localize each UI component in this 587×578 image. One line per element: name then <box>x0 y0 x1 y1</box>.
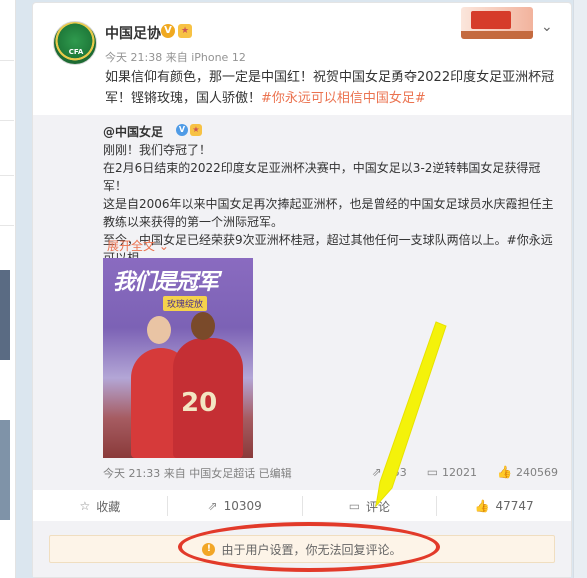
expand-full-text-link[interactable]: 展开全文 ⌄ <box>107 237 169 254</box>
player-face <box>191 312 215 340</box>
column-thumbnail[interactable] <box>0 270 10 360</box>
post-author[interactable]: 中国足协 <box>105 23 161 43</box>
avatar-logo-text: CFA <box>68 48 84 56</box>
reposted-weibo: @中国女足 V ★ 刚刚！我们夺冠了！ 在2月6日结束的2022印度女足亚洲杯决… <box>33 115 571 490</box>
weibo-post-card: CFA 中国足协 V ★ 今天 21:38 来自 iPhone 12 ⌄ 如果信… <box>32 2 572 578</box>
player-face <box>147 316 171 344</box>
scrollbar[interactable] <box>573 0 587 578</box>
verified-badge-icon: V <box>176 124 188 136</box>
image-tag: 玫瑰绽放 <box>163 296 208 311</box>
great-wall-decoration <box>461 7 533 39</box>
verified-badge-icon: V <box>161 24 175 38</box>
action-bar: ☆ 收藏 ⇗ 10309 ▭ 评论 👍 47747 <box>33 491 571 521</box>
repost-line: 这是自2006年以来中国女足再次捧起亚洲杯，也是曾经的中国女足球员水庆霞担任主教… <box>103 197 554 229</box>
post-body: 如果信仰有颜色，那一定是中国红！祝贺中国女足勇夺2022印度女足亚洲杯冠军！铿锵… <box>105 67 555 109</box>
favorite-button[interactable]: ☆ 收藏 <box>33 496 168 516</box>
hashtag-link[interactable]: #你永远可以相信中国女足# <box>261 91 426 106</box>
repost-count[interactable]: ⇗ 953 <box>372 465 407 479</box>
repost-body: 刚刚！我们夺冠了！ 在2月6日结束的2022印度女足亚洲杯决赛中，中国女足以3-… <box>103 141 555 267</box>
avatar[interactable]: CFA <box>53 21 97 65</box>
medal-icon: ★ <box>178 24 192 38</box>
comment-button[interactable]: ▭ 评论 <box>303 496 438 516</box>
comment-count[interactable]: ▭ 12021 <box>427 465 477 479</box>
repost-timestamp[interactable]: 今天 21:33 来自 中国女足超话 已编辑 <box>103 465 292 481</box>
column-thumbnail[interactable] <box>0 420 10 520</box>
expand-label: 展开全文 <box>107 239 156 253</box>
repost-stats: ⇗ 953 ▭ 12021 👍 240569 <box>372 465 558 479</box>
post-timestamp[interactable]: 今天 21:38 来自 iPhone 12 <box>105 49 246 65</box>
column-divider <box>0 60 14 61</box>
like-button[interactable]: 👍 47747 <box>437 496 571 516</box>
repost-label: 10309 <box>223 499 262 513</box>
share-icon: ⇗ <box>207 499 218 513</box>
medal-icon: ★ <box>190 124 202 136</box>
red-circle-annotation <box>178 522 440 572</box>
image-title: 我们是冠军 <box>113 270 219 295</box>
repost-count-value: 953 <box>385 465 407 479</box>
post-image[interactable]: 我们是冠军 玫瑰绽放 20 <box>103 258 253 458</box>
thumbs-up-icon: 👍 <box>474 499 490 513</box>
like-count[interactable]: 👍 240569 <box>497 465 558 479</box>
chevron-down-icon: ⌄ <box>158 239 169 253</box>
comment-icon: ▭ <box>348 499 361 513</box>
share-icon: ⇗ <box>371 465 382 479</box>
chevron-down-icon[interactable]: ⌄ <box>541 19 553 35</box>
jersey-number: 20 <box>181 388 218 418</box>
like-count-value: 240569 <box>516 465 558 479</box>
star-icon: ☆ <box>79 499 91 513</box>
column-divider <box>0 225 14 226</box>
favorite-label: 收藏 <box>96 499 121 514</box>
repost-line: 在2月6日结束的2022印度女足亚洲杯决赛中，中国女足以3-2逆转韩国女足获得冠… <box>103 161 541 193</box>
comment-count-value: 12021 <box>442 465 478 479</box>
like-label: 47747 <box>495 499 534 513</box>
repost-line: 刚刚！我们夺冠了！ <box>103 143 212 157</box>
repost-button[interactable]: ⇗ 10309 <box>168 496 303 516</box>
repost-author[interactable]: @中国女足 <box>103 123 163 140</box>
column-divider <box>0 120 14 121</box>
column-divider <box>0 175 14 176</box>
comment-icon: ▭ <box>426 465 439 479</box>
adjacent-column <box>0 0 16 578</box>
thumbs-up-icon: 👍 <box>497 465 512 479</box>
comment-label: 评论 <box>366 499 391 514</box>
